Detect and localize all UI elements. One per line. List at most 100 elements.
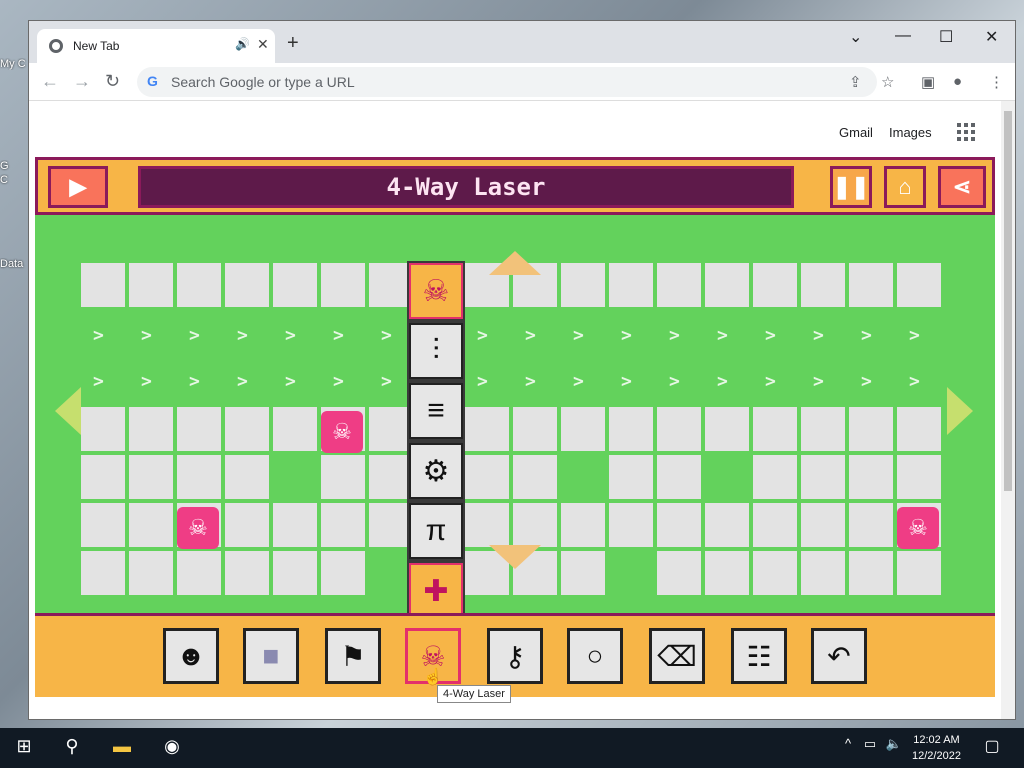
- desktop-icon-g[interactable]: G: [0, 160, 28, 172]
- board-tile[interactable]: [81, 455, 125, 499]
- board-tile[interactable]: [561, 503, 605, 547]
- gmail-link[interactable]: Gmail: [839, 125, 873, 140]
- palette-laser-skull[interactable]: ☠: [409, 263, 463, 319]
- board-tile[interactable]: [897, 551, 941, 595]
- tray-up-arrow-icon[interactable]: ^: [836, 736, 860, 760]
- palette-health-cross[interactable]: ✚: [409, 563, 463, 619]
- board-tile[interactable]: [177, 551, 221, 595]
- board-tile[interactable]: [129, 503, 173, 547]
- enemy-skull-icon[interactable]: ☠: [177, 507, 219, 549]
- board-tile[interactable]: [273, 263, 317, 307]
- palette-spikes-horizontal[interactable]: ⫶: [409, 323, 463, 379]
- grass-tile[interactable]: [705, 455, 751, 501]
- search-icon[interactable]: ⚲: [60, 736, 84, 760]
- board-tile[interactable]: [801, 263, 845, 307]
- reload-icon[interactable]: ↻: [105, 71, 120, 92]
- board-tile[interactable]: [561, 407, 605, 451]
- board-tile[interactable]: [849, 551, 893, 595]
- board-tile[interactable]: [321, 551, 365, 595]
- board-tile[interactable]: [81, 263, 125, 307]
- board-tile[interactable]: [225, 503, 269, 547]
- game-board[interactable]: >>>>>>>>>>>>>>>>>>>>>>>>>>>>>>>>>>>>☠☠☠: [81, 263, 947, 597]
- board-tile[interactable]: [81, 503, 125, 547]
- file-explorer-icon[interactable]: ▬: [110, 736, 134, 760]
- board-tile[interactable]: [273, 551, 317, 595]
- board-tile[interactable]: [609, 407, 653, 451]
- board-tile[interactable]: [849, 407, 893, 451]
- board-tile[interactable]: [849, 503, 893, 547]
- grass-tile[interactable]: [609, 551, 655, 597]
- board-tile[interactable]: [321, 503, 365, 547]
- tool-character[interactable]: ☻: [163, 628, 219, 684]
- board-tile[interactable]: [657, 407, 701, 451]
- home-button[interactable]: ⌂: [884, 166, 926, 208]
- maximize-button[interactable]: ☐: [939, 27, 953, 47]
- share-page-icon[interactable]: ⇪: [849, 73, 862, 91]
- board-tile[interactable]: [753, 407, 797, 451]
- board-tile[interactable]: [561, 263, 605, 307]
- board-tile[interactable]: [801, 503, 845, 547]
- board-tile[interactable]: [561, 551, 605, 595]
- board-tile[interactable]: [609, 503, 653, 547]
- board-tile[interactable]: [273, 503, 317, 547]
- omnibox[interactable]: G Search Google or type a URL: [137, 67, 877, 97]
- desktop-icon-my-computer[interactable]: My C: [0, 58, 28, 70]
- share-button[interactable]: ⋖: [938, 166, 986, 208]
- board-tile[interactable]: [225, 455, 269, 499]
- board-tile[interactable]: [513, 407, 557, 451]
- scroll-up-arrow[interactable]: [489, 251, 541, 275]
- tool-settings[interactable]: ☷: [731, 628, 787, 684]
- board-tile[interactable]: [81, 407, 125, 451]
- play-button[interactable]: ▶: [48, 166, 108, 208]
- tool-eraser[interactable]: ⌫: [649, 628, 705, 684]
- page-scrollbar[interactable]: [1001, 101, 1015, 719]
- board-tile[interactable]: [897, 455, 941, 499]
- tool-key[interactable]: ⚷: [487, 628, 543, 684]
- speaker-icon[interactable]: 🔊: [235, 37, 250, 51]
- board-tile[interactable]: [513, 455, 557, 499]
- board-tile[interactable]: [129, 551, 173, 595]
- start-windows-icon[interactable]: ⊞: [12, 736, 36, 760]
- scroll-left-arrow[interactable]: [55, 387, 81, 435]
- board-tile[interactable]: [129, 407, 173, 451]
- board-tile[interactable]: [225, 407, 269, 451]
- scrollbar-thumb[interactable]: [1004, 111, 1012, 491]
- board-tile[interactable]: [273, 407, 317, 451]
- board-tile[interactable]: [657, 455, 701, 499]
- network-icon[interactable]: ▭: [858, 736, 882, 760]
- back-icon[interactable]: ←: [41, 71, 59, 92]
- bookmark-star-icon[interactable]: ☆: [881, 73, 894, 91]
- google-apps-icon[interactable]: [957, 123, 975, 141]
- palette-spikes-vertical[interactable]: ≡: [409, 383, 463, 439]
- desktop-icon-data[interactable]: Data: [0, 258, 28, 270]
- close-window-button[interactable]: ✕: [985, 27, 998, 47]
- palette-walker[interactable]: π: [409, 503, 463, 559]
- board-tile[interactable]: [513, 503, 557, 547]
- board-tile[interactable]: [465, 455, 509, 499]
- tool-flag[interactable]: ⚑: [325, 628, 381, 684]
- board-tile[interactable]: [225, 263, 269, 307]
- board-tile[interactable]: [657, 263, 701, 307]
- tab-search-icon[interactable]: ⌄: [849, 27, 862, 47]
- board-tile[interactable]: [177, 263, 221, 307]
- board-tile[interactable]: [81, 551, 125, 595]
- profile-avatar-icon[interactable]: ●: [953, 73, 962, 90]
- board-tile[interactable]: [705, 503, 749, 547]
- tab-new-tab[interactable]: New Tab 🔊 ✕: [37, 29, 275, 63]
- palette-gear-block[interactable]: ⚙: [409, 443, 463, 499]
- close-tab-icon[interactable]: ✕: [257, 36, 269, 53]
- scroll-right-arrow[interactable]: [947, 387, 973, 435]
- grass-tile[interactable]: [561, 455, 607, 501]
- board-tile[interactable]: [465, 407, 509, 451]
- tool-block[interactable]: ■: [243, 628, 299, 684]
- notification-icon[interactable]: ▢: [980, 736, 1004, 760]
- board-tile[interactable]: [321, 263, 365, 307]
- board-tile[interactable]: [177, 455, 221, 499]
- board-tile[interactable]: [129, 263, 173, 307]
- minimize-button[interactable]: —: [895, 27, 911, 45]
- board-tile[interactable]: [753, 263, 797, 307]
- board-tile[interactable]: [705, 263, 749, 307]
- forward-icon[interactable]: →: [73, 71, 91, 92]
- new-tab-button[interactable]: +: [287, 32, 299, 55]
- board-tile[interactable]: [609, 455, 653, 499]
